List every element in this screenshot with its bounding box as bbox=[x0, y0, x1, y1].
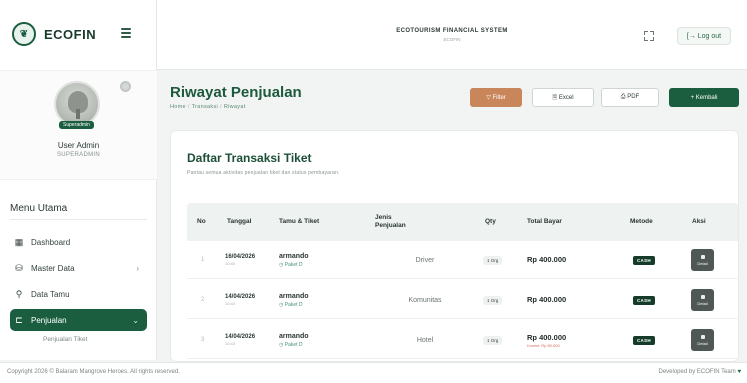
detail-button[interactable]: Detail bbox=[691, 329, 714, 351]
transactions-card: Daftar Transaksi Tiket Pantau semua akti… bbox=[170, 130, 739, 362]
logout-button[interactable]: [→ Log out bbox=[677, 27, 731, 45]
topbar: ECOTOURISM FINANCIAL SYSTEM ECOFIN [→ Lo… bbox=[157, 0, 747, 70]
row-method: CASH bbox=[633, 321, 655, 359]
footer: Copyright 2026 © Balaram Mangrove Heroes… bbox=[0, 362, 747, 383]
mangrove-logo-icon: ❦ bbox=[12, 22, 36, 46]
detail-button[interactable]: Detail bbox=[691, 289, 714, 311]
col-method: Metode bbox=[630, 217, 653, 225]
grid-icon: ▦ bbox=[14, 236, 24, 247]
row-total: Rp 400.000 bbox=[527, 255, 567, 264]
row-qty: 1 Org bbox=[483, 321, 503, 359]
users-icon: ⚲ bbox=[15, 288, 23, 299]
row-guest: armando ◷ Paket D bbox=[279, 292, 309, 308]
row-date: 16/04/2026 10:45 bbox=[225, 254, 256, 266]
row-qty: 1 Org bbox=[483, 241, 503, 279]
eye-icon bbox=[700, 254, 705, 259]
table-row: 1 16/04/2026 10:45 armando ◷ Paket D Drive… bbox=[187, 241, 738, 279]
col-guest: Tamu & Tiket bbox=[279, 217, 320, 225]
brand[interactable]: ❦ ECOFIN bbox=[12, 22, 96, 46]
row-guest: armando ◷ Paket D bbox=[279, 332, 309, 348]
fullscreen-icon[interactable] bbox=[644, 31, 654, 41]
breadcrumb-transaksi[interactable]: Transaksi bbox=[192, 104, 218, 110]
breadcrumb: Home / Transaksi / Riwayat bbox=[170, 104, 246, 110]
row-no: 2 bbox=[201, 297, 205, 303]
row-action: Detail bbox=[691, 321, 714, 359]
heart-icon: ♥ bbox=[737, 369, 741, 375]
sidebar-item-label: Penjualan bbox=[31, 315, 67, 325]
col-jenis: Jenis Penjualan bbox=[375, 213, 406, 229]
row-action: Detail bbox=[691, 281, 714, 319]
sidebar-item-label: Master Data bbox=[31, 263, 75, 273]
role-badge: Superadmin bbox=[59, 121, 94, 129]
col-qty: Qty bbox=[485, 217, 496, 225]
row-method: CASH bbox=[633, 281, 655, 319]
breadcrumb-riwayat: Riwayat bbox=[223, 104, 246, 110]
divider bbox=[10, 219, 147, 220]
sidebar-item-label: Data Tamu bbox=[31, 289, 70, 299]
card-title: Daftar Transaksi Tiket bbox=[187, 151, 312, 165]
export-pdf-button[interactable]: ⎙ PDF bbox=[601, 88, 659, 107]
filter-button[interactable]: ▽ Filter bbox=[470, 88, 522, 107]
eye-icon bbox=[700, 334, 705, 339]
row-guest: armando ◷ Paket D bbox=[279, 252, 309, 268]
system-title: ECOTOURISM FINANCIAL SYSTEM bbox=[396, 28, 508, 34]
submenu-item-penjualan-tiket[interactable]: Penjualan Tiket bbox=[43, 336, 87, 343]
table-header: No Tanggal Tamu & Tiket Jenis Penjualan Q… bbox=[187, 203, 738, 241]
col-total: Total Bayar bbox=[527, 217, 562, 225]
breadcrumb-home[interactable]: Home bbox=[170, 104, 186, 110]
status-badge: CASH bbox=[633, 295, 655, 305]
user-name: User Admin bbox=[57, 141, 100, 150]
detail-button[interactable]: Detail bbox=[691, 249, 714, 271]
menu-title: Menu Utama bbox=[10, 203, 68, 214]
card-subtitle: Pantau semua aktivitas penjualan tiket d… bbox=[187, 170, 340, 176]
status-indicator-icon bbox=[120, 81, 131, 92]
chevron-down-icon: ⌄ bbox=[132, 315, 139, 325]
copyright-text: Copyright 2026 © Balaram Mangrove Heroes… bbox=[7, 369, 180, 375]
eye-icon bbox=[700, 294, 705, 299]
cart-icon: ⊏ bbox=[15, 314, 23, 325]
sidebar-item-dashboard[interactable]: ▦ Dashboard bbox=[10, 232, 147, 252]
status-badge: CASH bbox=[633, 255, 655, 265]
back-button[interactable]: + Kembali bbox=[669, 88, 739, 107]
row-total: Rp 400.000 bbox=[527, 295, 567, 304]
brand-name: ECOFIN bbox=[44, 26, 97, 42]
sidebar-item-data-tamu[interactable]: ⚲ Data Tamu bbox=[10, 284, 147, 304]
hamburger-menu-icon[interactable] bbox=[121, 28, 131, 38]
system-subtitle: ECOFIN bbox=[443, 37, 461, 42]
col-no: No bbox=[197, 217, 206, 225]
user-role: SUPERADMIN bbox=[56, 152, 100, 158]
page-title: Riwayat Penjualan bbox=[170, 84, 302, 101]
sidebar-item-master-data[interactable]: ⛁ Master Data › bbox=[10, 258, 147, 278]
row-jenis: Driver bbox=[415, 256, 435, 264]
row-total: Rp 400.000 Komisi: Rp 80.000 bbox=[527, 332, 567, 348]
chevron-right-icon: › bbox=[136, 263, 139, 273]
table-row: 3 14/04/2026 10:43 armando ◷ Paket D Hotel… bbox=[187, 321, 738, 359]
col-date: Tanggal bbox=[227, 217, 252, 225]
row-no: 1 bbox=[201, 257, 205, 263]
database-icon: ⛁ bbox=[15, 262, 23, 273]
row-date: 14/04/2026 10:43 bbox=[225, 334, 256, 346]
table-row: 2 14/04/2026 10:44 armando ◷ Paket D Komun… bbox=[187, 281, 738, 319]
row-method: CASH bbox=[633, 241, 655, 279]
sidebar-item-label: Dashboard bbox=[31, 237, 71, 247]
export-excel-button[interactable]: 🗎 Excel bbox=[532, 88, 594, 107]
row-date: 14/04/2026 10:44 bbox=[225, 294, 256, 306]
row-jenis: Hotel bbox=[416, 336, 434, 344]
col-action: Aksi bbox=[692, 217, 706, 225]
developer-credit: Developed by ECOFIN Team ♥ bbox=[658, 369, 742, 375]
user-profile: Superadmin User Admin SUPERADMIN bbox=[0, 70, 157, 180]
row-qty: 1 Org bbox=[483, 281, 503, 319]
sidebar-item-penjualan[interactable]: ⊏ Penjualan ⌄ bbox=[10, 309, 147, 331]
sidebar: ❦ ECOFIN Superadmin User Admin SUPERADMI… bbox=[0, 0, 157, 360]
row-action: Detail bbox=[691, 241, 714, 279]
status-badge: CASH bbox=[633, 335, 655, 345]
row-jenis: Komunitas bbox=[408, 296, 442, 304]
row-no: 3 bbox=[201, 337, 205, 343]
